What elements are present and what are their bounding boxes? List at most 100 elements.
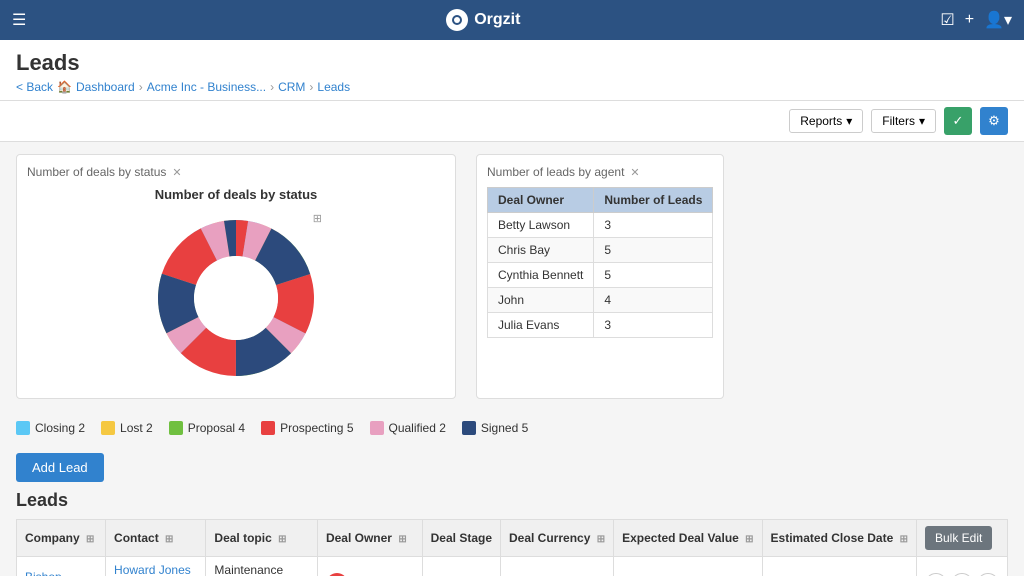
deal-owner-cell: CB Chris Bay (317, 557, 422, 576)
agent-count-cell: 3 (594, 213, 713, 238)
nav-left: ☰ (12, 10, 26, 30)
deal-topic-cell: Maintenance Contract on TJ-199 (206, 557, 318, 576)
toolbar-row: Reports ▾ Filters ▾ ✓ ⚙ (0, 101, 1024, 142)
pie-chart-heading: Number of deals by status (27, 187, 445, 202)
deals-by-status-chart-card: Number of deals by status ✕ Number of de… (16, 154, 456, 399)
col-bulk-edit: Bulk Edit (916, 520, 1007, 557)
close-date-col-icon: ⊞ (900, 534, 908, 545)
legend-item: Closing 2 (16, 421, 85, 435)
leads-agent-chart-title: Number of leads by agent ✕ (487, 165, 713, 179)
add-icon[interactable]: + (965, 11, 974, 29)
agent-table-row: Cynthia Bennett 5 (488, 263, 713, 288)
breadcrumb-arrow1: › (139, 80, 143, 94)
page-title: Leads (16, 50, 1008, 76)
breadcrumb-back[interactable]: < Back (16, 80, 53, 94)
blue-settings-button[interactable]: ⚙ (980, 107, 1008, 135)
agent-name-cell: Chris Bay (488, 238, 594, 263)
nav-center: Orgzit (446, 9, 520, 31)
leads-by-agent-table: Deal Owner Number of Leads Betty Lawson … (487, 187, 713, 338)
expected-value-cell: 950 (614, 557, 762, 576)
check-icon[interactable]: ☑ (940, 10, 954, 30)
leads-table-section: Leads Company ⊞ Contact ⊞ Deal topic ⊞ D… (0, 490, 1024, 576)
legend-label: Qualified 2 (389, 421, 446, 435)
breadcrumb-dashboard[interactable]: Dashboard (76, 80, 135, 94)
breadcrumb-sep1: 🏠 (57, 80, 72, 94)
chart-expand-icon[interactable]: ⊞ (313, 212, 322, 225)
col-deal-stage: Deal Stage (422, 520, 500, 557)
legend-item: Lost 2 (101, 421, 153, 435)
agent-table-row: Betty Lawson 3 (488, 213, 713, 238)
agent-table-body: Betty Lawson 3 Chris Bay 5 Cynthia Benne… (488, 213, 713, 338)
legend-color-dot (16, 421, 30, 435)
legend-area: Closing 2 Lost 2 Proposal 4 Prospecting … (0, 411, 1024, 445)
add-lead-section: Add Lead (0, 445, 1024, 490)
company-cell: Bishop Medical (17, 557, 106, 576)
table-header-row: Deal Owner Number of Leads (488, 188, 713, 213)
breadcrumb-crm[interactable]: CRM (278, 80, 305, 94)
contact-link[interactable]: Howard Jones - Bishop Medical (114, 563, 191, 576)
breadcrumb-arrow3: › (309, 80, 313, 94)
deals-chart-close-icon[interactable]: ✕ (172, 166, 181, 179)
orgzit-logo (446, 9, 468, 31)
breadcrumb-company[interactable]: Acme Inc - Business... (147, 80, 266, 94)
bulk-edit-button[interactable]: Bulk Edit (925, 526, 992, 550)
deal-currency-cell: INR (501, 557, 614, 576)
leads-section-title: Leads (16, 490, 1008, 511)
company-link[interactable]: Bishop Medical (25, 570, 66, 576)
agent-name-cell: Cynthia Bennett (488, 263, 594, 288)
agent-table-row: Julia Evans 3 (488, 313, 713, 338)
breadcrumb-leads[interactable]: Leads (317, 80, 350, 94)
hamburger-menu-icon[interactable]: ☰ (12, 10, 26, 30)
agent-table-row: John 4 (488, 288, 713, 313)
deals-chart-card-title: Number of deals by status ✕ (27, 165, 445, 179)
donut-chart-svg (146, 208, 326, 388)
reports-button[interactable]: Reports ▾ (789, 109, 863, 133)
legend-color-dot (462, 421, 476, 435)
col-deal-currency: Deal Currency ⊞ (501, 520, 614, 557)
legend-label: Lost 2 (120, 421, 153, 435)
legend-item: Prospecting 5 (261, 421, 353, 435)
col-contact: Contact ⊞ (106, 520, 206, 557)
contact-cell: Howard Jones - Bishop Medical (106, 557, 206, 576)
legend-item: Proposal 4 (169, 421, 245, 435)
user-menu-icon[interactable]: 👤▾ (984, 10, 1012, 30)
green-action-button[interactable]: ✓ (944, 107, 972, 135)
agent-count-cell: 5 (594, 238, 713, 263)
action-icons-cell: 👁 ✏ ✕ (916, 557, 1007, 576)
col-deal-owner: Deal Owner ⊞ (317, 520, 422, 557)
close-date-cell: 2016-03-11 (762, 557, 916, 576)
filters-label: Filters (882, 114, 915, 128)
col-company: Company ⊞ (17, 520, 106, 557)
number-of-leads-header: Number of Leads (594, 188, 713, 213)
expected-value-col-icon: ⊞ (745, 534, 753, 545)
add-lead-button[interactable]: Add Lead (16, 453, 104, 482)
data-table-header-row: Company ⊞ Contact ⊞ Deal topic ⊞ Deal Ow… (17, 520, 1008, 557)
deal-owner-header: Deal Owner (488, 188, 594, 213)
nav-right: ☑ + 👤▾ (940, 10, 1012, 30)
legend-label: Prospecting 5 (280, 421, 353, 435)
content-header: Leads < Back 🏠 Dashboard › Acme Inc - Bu… (0, 40, 1024, 101)
leads-agent-title-text: Number of leads by agent (487, 165, 624, 179)
deal-currency-col-icon: ⊞ (597, 534, 605, 545)
col-expected-value: Expected Deal Value ⊞ (614, 520, 762, 557)
reports-arrow-icon: ▾ (846, 114, 852, 128)
filters-button[interactable]: Filters ▾ (871, 109, 936, 133)
breadcrumb-arrow2: › (270, 80, 274, 94)
agent-name-cell: Betty Lawson (488, 213, 594, 238)
contact-col-icon: ⊞ (165, 534, 173, 545)
pie-chart-area: ⊞ (146, 208, 326, 388)
deal-owner-col-icon: ⊞ (398, 534, 406, 545)
top-navigation: ☰ Orgzit ☑ + 👤▾ (0, 0, 1024, 40)
col-close-date: Estimated Close Date ⊞ (762, 520, 916, 557)
table-row: Bishop Medical Howard Jones - Bishop Med… (17, 557, 1008, 576)
legend-color-dot (169, 421, 183, 435)
legend-color-dot (370, 421, 384, 435)
legend-item: Signed 5 (462, 421, 528, 435)
charts-section: Number of deals by status ✕ Number of de… (0, 142, 1024, 411)
app-name: Orgzit (474, 11, 520, 29)
filters-arrow-icon: ▾ (919, 114, 925, 128)
breadcrumb: < Back 🏠 Dashboard › Acme Inc - Business… (16, 80, 1008, 94)
leads-agent-close-icon[interactable]: ✕ (630, 166, 639, 179)
agent-count-cell: 4 (594, 288, 713, 313)
leads-data-table: Company ⊞ Contact ⊞ Deal topic ⊞ Deal Ow… (16, 519, 1008, 576)
